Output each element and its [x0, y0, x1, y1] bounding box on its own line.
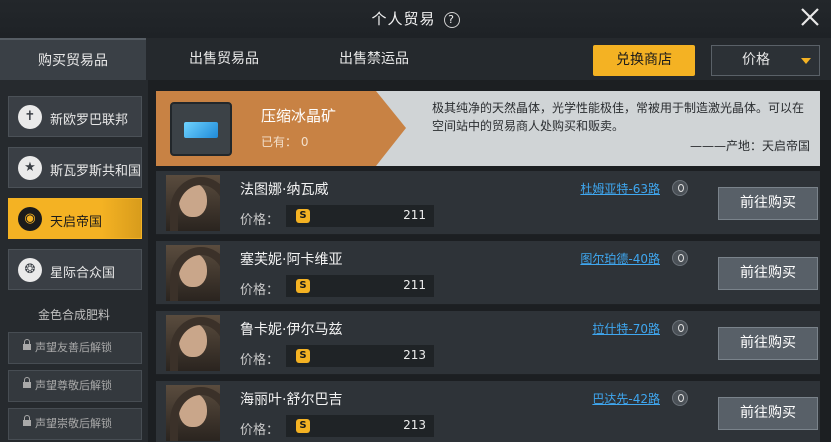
- trader-row: 海丽叶·舒尔巴吉 价格： S 213 巴达先-42路 前往购买: [156, 381, 820, 442]
- sidebar-item-swaros[interactable]: ★ 斯瓦罗斯共和国: [8, 147, 142, 188]
- sort-select[interactable]: 价格: [711, 45, 820, 76]
- sidebar-item-label: 星际合众国: [50, 266, 116, 281]
- tab-buy-goods[interactable]: 购买贸易品: [0, 38, 146, 80]
- locked-item-label: 声望友善后解锁: [35, 341, 112, 354]
- locked-item-label: 声望崇敬后解锁: [35, 417, 112, 430]
- item-description: 极其纯净的天然晶体，光学性能极佳，常被用于制造激光晶体。可以在空间站中的贸易商人…: [432, 101, 805, 133]
- go-buy-button[interactable]: 前往购买: [718, 397, 818, 430]
- sidebar-section-label: 金色合成肥料: [37, 308, 110, 322]
- map-pin-icon[interactable]: [672, 390, 688, 406]
- tab-sell-goods[interactable]: 出售贸易品: [150, 38, 298, 80]
- ice-crystal-crate-icon: [170, 102, 232, 156]
- star-emblem-icon: ★: [18, 156, 42, 180]
- trader-portrait: [166, 175, 220, 231]
- trader-name: 塞芙妮·阿卡维亚: [240, 252, 343, 268]
- go-buy-button[interactable]: 前往购买: [718, 187, 818, 220]
- locked-item: 声望崇敬后解锁: [8, 408, 142, 440]
- trader-portrait: [166, 245, 220, 301]
- trader-row: 塞芙妮·阿卡维亚 价格： S 211 图尔珀德-40路 前往购买: [156, 241, 820, 305]
- help-icon[interactable]: ?: [443, 12, 460, 28]
- chevron-down-icon: [801, 58, 811, 64]
- item-origin: ———产地：天启帝国: [689, 139, 810, 153]
- cross-emblem-icon: ✝: [18, 105, 42, 129]
- lock-icon: [23, 339, 31, 352]
- coin-icon: S: [296, 209, 310, 223]
- price-label: 价格：: [240, 283, 280, 298]
- tab-sell-contraband[interactable]: 出售禁运品: [300, 38, 448, 80]
- trader-location-link[interactable]: 图尔珀德-40路: [580, 250, 660, 267]
- trader-location-link[interactable]: 杜姆亚特-63路: [580, 180, 660, 197]
- item-name: 压缩冰晶矿: [261, 107, 337, 125]
- lock-icon: [23, 377, 31, 390]
- price-box: S 211: [286, 275, 434, 297]
- exchange-shop-button[interactable]: 兑换商店: [593, 45, 695, 76]
- locked-item-label: 声望尊敬后解锁: [35, 379, 112, 392]
- trader-name: 法图娜·纳瓦威: [240, 182, 329, 198]
- price-box: S 213: [286, 345, 434, 367]
- title-bar: 个人贸易?: [0, 0, 831, 38]
- go-buy-button[interactable]: 前往购买: [718, 327, 818, 360]
- trader-portrait: [166, 385, 220, 441]
- price-value: 211: [403, 208, 426, 222]
- price-label: 价格：: [240, 353, 280, 368]
- owned-value: 0: [300, 135, 309, 149]
- trader-name: 海丽叶·舒尔巴吉: [240, 392, 343, 408]
- trader-portrait: [166, 315, 220, 371]
- sidebar-item-interstellar[interactable]: ❂ 星际合众国: [8, 249, 142, 290]
- locked-item: 声望尊敬后解锁: [8, 370, 142, 402]
- lock-icon: [23, 415, 31, 428]
- price-label: 价格：: [240, 423, 280, 438]
- eagle-emblem-icon: ❂: [18, 258, 42, 282]
- sidebar-item-tianqi[interactable]: ◉ 天启帝国: [8, 198, 142, 239]
- map-pin-icon[interactable]: [672, 320, 688, 336]
- price-box: S 211: [286, 205, 434, 227]
- trader-row: 法图娜·纳瓦威 价格： S 211 杜姆亚特-63路 前往购买: [156, 171, 820, 235]
- tab-bar: 购买贸易品 出售贸易品 出售禁运品: [0, 38, 831, 80]
- locked-item: 声望友善后解锁: [8, 332, 142, 364]
- price-value: 211: [403, 278, 426, 292]
- go-buy-button[interactable]: 前往购买: [718, 257, 818, 290]
- price-label: 价格：: [240, 213, 280, 228]
- coin-icon: S: [296, 349, 310, 363]
- trader-location-link[interactable]: 拉什特-70路: [592, 320, 660, 337]
- sidebar-item-label: 新欧罗巴联邦: [50, 113, 129, 128]
- page-title-text: 个人贸易: [371, 10, 436, 28]
- price-value: 213: [403, 348, 426, 362]
- sidebar-item-new-europa[interactable]: ✝ 新欧罗巴联邦: [8, 96, 142, 137]
- trader-name: 鲁卡妮·伊尔马兹: [240, 322, 343, 338]
- trader-location-link[interactable]: 巴达先-42路: [592, 390, 660, 407]
- sidebar-item-label: 斯瓦罗斯共和国: [50, 164, 142, 179]
- map-pin-icon[interactable]: [672, 180, 688, 196]
- price-box: S 213: [286, 415, 434, 437]
- sort-select-value: 价格: [742, 52, 770, 68]
- coin-icon: S: [296, 419, 310, 433]
- item-info-banner: 压缩冰晶矿 已有： 0 极其纯净的天然晶体，光学性能极佳，常被用于制造激光晶体。…: [156, 91, 820, 166]
- price-value: 213: [403, 418, 426, 432]
- sidebar-item-label: 天启帝国: [50, 215, 103, 230]
- page-title: 个人贸易?: [0, 8, 831, 29]
- close-icon[interactable]: [799, 6, 821, 28]
- orb-emblem-icon: ◉: [18, 207, 42, 231]
- faction-sidebar: ✝ 新欧罗巴联邦 ★ 斯瓦罗斯共和国 ◉ 天启帝国 ❂ 星际合众国 金色合成肥料…: [0, 80, 148, 442]
- map-pin-icon[interactable]: [672, 250, 688, 266]
- item-summary: 压缩冰晶矿 已有： 0: [156, 91, 406, 166]
- owned-label: 已有：: [261, 135, 298, 149]
- coin-icon: S: [296, 279, 310, 293]
- trader-row: 鲁卡妮·伊尔马兹 价格： S 213 拉什特-70路 前往购买: [156, 311, 820, 375]
- item-owned: 已有： 0: [261, 133, 308, 150]
